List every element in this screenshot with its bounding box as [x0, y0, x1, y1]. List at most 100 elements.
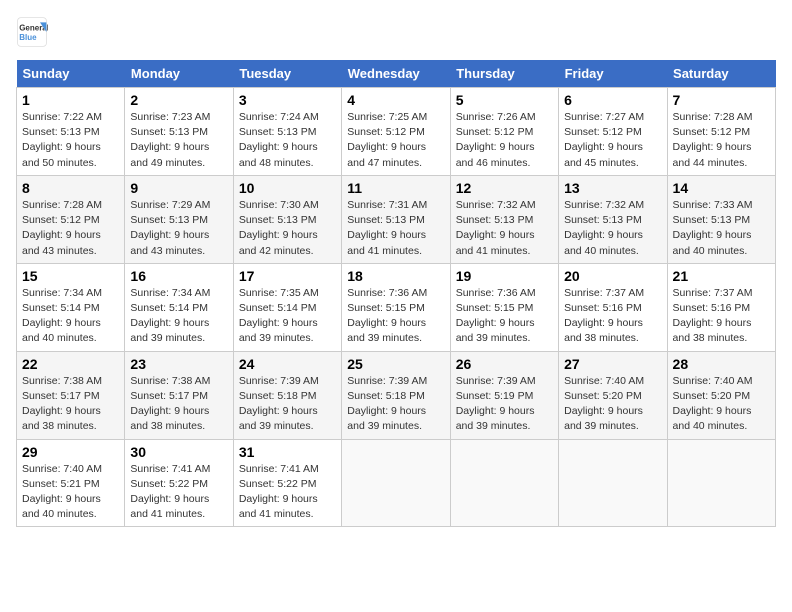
- day-info: Sunrise: 7:41 AMSunset: 5:22 PMDaylight:…: [130, 462, 227, 523]
- day-info: Sunrise: 7:26 AMSunset: 5:12 PMDaylight:…: [456, 110, 553, 171]
- header-thursday: Thursday: [450, 60, 558, 88]
- calendar-cell: [667, 439, 775, 527]
- day-info: Sunrise: 7:39 AMSunset: 5:18 PMDaylight:…: [239, 374, 336, 435]
- day-number: 3: [239, 92, 336, 108]
- day-number: 23: [130, 356, 227, 372]
- header-sunday: Sunday: [17, 60, 125, 88]
- calendar-cell: [342, 439, 450, 527]
- calendar-cell: 25 Sunrise: 7:39 AMSunset: 5:18 PMDaylig…: [342, 351, 450, 439]
- day-number: 14: [673, 180, 770, 196]
- day-info: Sunrise: 7:33 AMSunset: 5:13 PMDaylight:…: [673, 198, 770, 259]
- calendar-cell: 9 Sunrise: 7:29 AMSunset: 5:13 PMDayligh…: [125, 175, 233, 263]
- calendar-week-row: 15 Sunrise: 7:34 AMSunset: 5:14 PMDaylig…: [17, 263, 776, 351]
- day-info: Sunrise: 7:24 AMSunset: 5:13 PMDaylight:…: [239, 110, 336, 171]
- calendar-cell: 5 Sunrise: 7:26 AMSunset: 5:12 PMDayligh…: [450, 88, 558, 176]
- calendar-cell: 13 Sunrise: 7:32 AMSunset: 5:13 PMDaylig…: [559, 175, 667, 263]
- day-info: Sunrise: 7:28 AMSunset: 5:12 PMDaylight:…: [673, 110, 770, 171]
- weekday-header-row: Sunday Monday Tuesday Wednesday Thursday…: [17, 60, 776, 88]
- calendar-cell: 21 Sunrise: 7:37 AMSunset: 5:16 PMDaylig…: [667, 263, 775, 351]
- day-info: Sunrise: 7:30 AMSunset: 5:13 PMDaylight:…: [239, 198, 336, 259]
- day-number: 7: [673, 92, 770, 108]
- calendar-cell: 6 Sunrise: 7:27 AMSunset: 5:12 PMDayligh…: [559, 88, 667, 176]
- day-info: Sunrise: 7:32 AMSunset: 5:13 PMDaylight:…: [456, 198, 553, 259]
- calendar-cell: 4 Sunrise: 7:25 AMSunset: 5:12 PMDayligh…: [342, 88, 450, 176]
- day-number: 27: [564, 356, 661, 372]
- day-info: Sunrise: 7:34 AMSunset: 5:14 PMDaylight:…: [130, 286, 227, 347]
- day-info: Sunrise: 7:35 AMSunset: 5:14 PMDaylight:…: [239, 286, 336, 347]
- header-friday: Friday: [559, 60, 667, 88]
- day-info: Sunrise: 7:34 AMSunset: 5:14 PMDaylight:…: [22, 286, 119, 347]
- day-info: Sunrise: 7:37 AMSunset: 5:16 PMDaylight:…: [673, 286, 770, 347]
- calendar-cell: 16 Sunrise: 7:34 AMSunset: 5:14 PMDaylig…: [125, 263, 233, 351]
- day-info: Sunrise: 7:25 AMSunset: 5:12 PMDaylight:…: [347, 110, 444, 171]
- day-number: 17: [239, 268, 336, 284]
- day-info: Sunrise: 7:31 AMSunset: 5:13 PMDaylight:…: [347, 198, 444, 259]
- day-info: Sunrise: 7:40 AMSunset: 5:21 PMDaylight:…: [22, 462, 119, 523]
- logo-icon: General Blue: [16, 16, 48, 48]
- calendar-cell: 11 Sunrise: 7:31 AMSunset: 5:13 PMDaylig…: [342, 175, 450, 263]
- day-number: 26: [456, 356, 553, 372]
- day-info: Sunrise: 7:40 AMSunset: 5:20 PMDaylight:…: [564, 374, 661, 435]
- day-info: Sunrise: 7:41 AMSunset: 5:22 PMDaylight:…: [239, 462, 336, 523]
- page-header: General Blue: [16, 16, 776, 48]
- day-number: 5: [456, 92, 553, 108]
- day-number: 29: [22, 444, 119, 460]
- calendar-cell: 26 Sunrise: 7:39 AMSunset: 5:19 PMDaylig…: [450, 351, 558, 439]
- day-number: 13: [564, 180, 661, 196]
- day-number: 28: [673, 356, 770, 372]
- day-info: Sunrise: 7:28 AMSunset: 5:12 PMDaylight:…: [22, 198, 119, 259]
- day-info: Sunrise: 7:39 AMSunset: 5:18 PMDaylight:…: [347, 374, 444, 435]
- calendar-cell: 14 Sunrise: 7:33 AMSunset: 5:13 PMDaylig…: [667, 175, 775, 263]
- header-tuesday: Tuesday: [233, 60, 341, 88]
- calendar-table: Sunday Monday Tuesday Wednesday Thursday…: [16, 60, 776, 527]
- header-saturday: Saturday: [667, 60, 775, 88]
- calendar-week-row: 22 Sunrise: 7:38 AMSunset: 5:17 PMDaylig…: [17, 351, 776, 439]
- logo: General Blue: [16, 16, 52, 48]
- day-info: Sunrise: 7:39 AMSunset: 5:19 PMDaylight:…: [456, 374, 553, 435]
- day-number: 21: [673, 268, 770, 284]
- day-info: Sunrise: 7:22 AMSunset: 5:13 PMDaylight:…: [22, 110, 119, 171]
- day-number: 4: [347, 92, 444, 108]
- day-number: 24: [239, 356, 336, 372]
- header-monday: Monday: [125, 60, 233, 88]
- calendar-cell: 29 Sunrise: 7:40 AMSunset: 5:21 PMDaylig…: [17, 439, 125, 527]
- day-number: 31: [239, 444, 336, 460]
- calendar-week-row: 8 Sunrise: 7:28 AMSunset: 5:12 PMDayligh…: [17, 175, 776, 263]
- day-number: 20: [564, 268, 661, 284]
- calendar-cell: 22 Sunrise: 7:38 AMSunset: 5:17 PMDaylig…: [17, 351, 125, 439]
- day-number: 25: [347, 356, 444, 372]
- calendar-cell: 10 Sunrise: 7:30 AMSunset: 5:13 PMDaylig…: [233, 175, 341, 263]
- day-number: 12: [456, 180, 553, 196]
- day-info: Sunrise: 7:36 AMSunset: 5:15 PMDaylight:…: [456, 286, 553, 347]
- day-info: Sunrise: 7:38 AMSunset: 5:17 PMDaylight:…: [130, 374, 227, 435]
- day-info: Sunrise: 7:29 AMSunset: 5:13 PMDaylight:…: [130, 198, 227, 259]
- calendar-cell: 24 Sunrise: 7:39 AMSunset: 5:18 PMDaylig…: [233, 351, 341, 439]
- calendar-cell: 30 Sunrise: 7:41 AMSunset: 5:22 PMDaylig…: [125, 439, 233, 527]
- day-info: Sunrise: 7:40 AMSunset: 5:20 PMDaylight:…: [673, 374, 770, 435]
- day-number: 8: [22, 180, 119, 196]
- calendar-cell: 19 Sunrise: 7:36 AMSunset: 5:15 PMDaylig…: [450, 263, 558, 351]
- calendar-cell: 2 Sunrise: 7:23 AMSunset: 5:13 PMDayligh…: [125, 88, 233, 176]
- svg-text:Blue: Blue: [19, 33, 37, 42]
- day-info: Sunrise: 7:23 AMSunset: 5:13 PMDaylight:…: [130, 110, 227, 171]
- calendar-cell: 12 Sunrise: 7:32 AMSunset: 5:13 PMDaylig…: [450, 175, 558, 263]
- day-info: Sunrise: 7:27 AMSunset: 5:12 PMDaylight:…: [564, 110, 661, 171]
- day-info: Sunrise: 7:32 AMSunset: 5:13 PMDaylight:…: [564, 198, 661, 259]
- day-number: 2: [130, 92, 227, 108]
- day-number: 1: [22, 92, 119, 108]
- calendar-week-row: 1 Sunrise: 7:22 AMSunset: 5:13 PMDayligh…: [17, 88, 776, 176]
- day-number: 22: [22, 356, 119, 372]
- header-wednesday: Wednesday: [342, 60, 450, 88]
- calendar-cell: [559, 439, 667, 527]
- calendar-cell: [450, 439, 558, 527]
- calendar-cell: 18 Sunrise: 7:36 AMSunset: 5:15 PMDaylig…: [342, 263, 450, 351]
- calendar-cell: 7 Sunrise: 7:28 AMSunset: 5:12 PMDayligh…: [667, 88, 775, 176]
- day-info: Sunrise: 7:36 AMSunset: 5:15 PMDaylight:…: [347, 286, 444, 347]
- day-number: 11: [347, 180, 444, 196]
- calendar-cell: 23 Sunrise: 7:38 AMSunset: 5:17 PMDaylig…: [125, 351, 233, 439]
- day-number: 9: [130, 180, 227, 196]
- calendar-cell: 20 Sunrise: 7:37 AMSunset: 5:16 PMDaylig…: [559, 263, 667, 351]
- day-info: Sunrise: 7:38 AMSunset: 5:17 PMDaylight:…: [22, 374, 119, 435]
- day-number: 18: [347, 268, 444, 284]
- day-number: 19: [456, 268, 553, 284]
